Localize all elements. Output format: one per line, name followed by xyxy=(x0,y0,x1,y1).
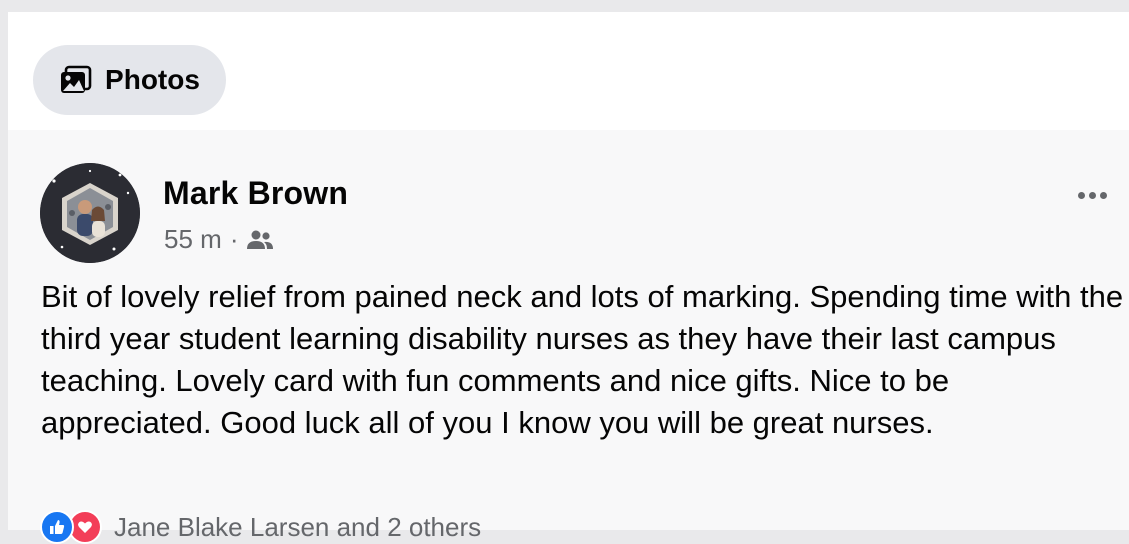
more-options-icon[interactable] xyxy=(1078,192,1107,199)
post-text: Bit of lovely relief from pained neck an… xyxy=(41,279,1124,440)
post-card: Mark Brown 55 m · Bit of lovely relief f… xyxy=(8,130,1129,544)
friends-icon[interactable] xyxy=(246,229,274,251)
like-icon xyxy=(40,510,74,544)
meta-separator: · xyxy=(229,224,239,254)
post-time[interactable]: 55 m xyxy=(164,224,222,255)
reactions-bar[interactable]: Jane Blake Larsen and 2 others xyxy=(40,510,481,544)
photos-label: Photos xyxy=(105,64,200,95)
photos-icon xyxy=(59,65,93,95)
post-author-name[interactable]: Mark Brown xyxy=(163,175,348,212)
photos-filter-button[interactable]: Photos xyxy=(33,45,226,115)
reaction-summary[interactable]: Jane Blake Larsen and 2 others xyxy=(114,512,481,543)
post-meta: 55 m · xyxy=(164,224,274,255)
feed-panel: Photos Mark Brown 55 m · Bit of lovely r… xyxy=(8,12,1129,544)
reaction-icons xyxy=(40,510,104,544)
avatar[interactable] xyxy=(40,163,140,263)
